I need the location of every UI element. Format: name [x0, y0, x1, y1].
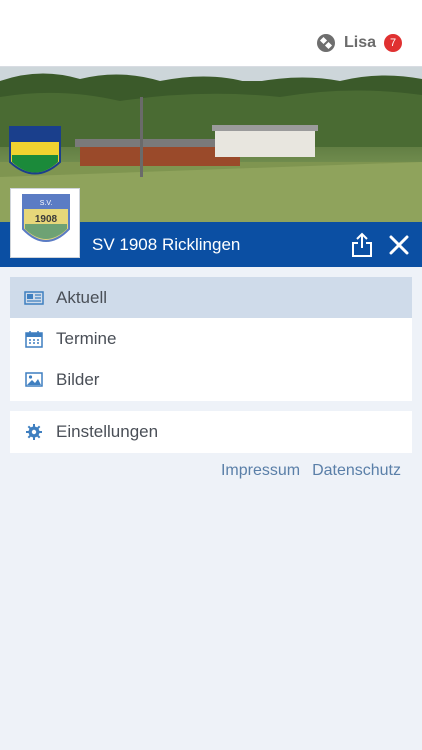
top-bar: Lisa 7 [0, 0, 422, 67]
crest-sv-text: S.V. [40, 200, 53, 207]
menu-item-bilder[interactable]: Bilder [10, 359, 412, 400]
user-menu[interactable]: Lisa 7 [316, 33, 402, 53]
menu-item-label: Einstellungen [56, 421, 159, 441]
settings-card: Einstellungen [10, 411, 412, 453]
menu-card: Aktuell Termine Bilder [10, 277, 412, 401]
club-name: SV 1908 Ricklingen [92, 235, 241, 254]
image-icon [24, 370, 44, 390]
crest-icon: S.V. 1908 [22, 194, 70, 242]
menu-item-label: Aktuell [56, 287, 108, 307]
menu-item-label: Termine [56, 328, 117, 348]
footer-links: Impressum Datenschutz [221, 462, 401, 480]
notification-badge[interactable]: 7 [384, 34, 402, 52]
user-name[interactable]: Lisa [344, 34, 376, 52]
club-logo: S.V. 1908 [10, 188, 80, 258]
gear-icon [24, 422, 44, 442]
menu-item-aktuell[interactable]: Aktuell [10, 277, 412, 318]
menu-item-label: Bilder [56, 369, 100, 389]
impressum-link[interactable]: Impressum [221, 462, 300, 480]
menu-item-termine[interactable]: Termine [10, 318, 412, 359]
datenschutz-link[interactable]: Datenschutz [312, 462, 401, 480]
newspaper-icon [24, 288, 44, 308]
app-brand-icon [316, 34, 335, 52]
close-icon[interactable] [388, 234, 410, 256]
calendar-icon [24, 329, 44, 349]
share-icon[interactable] [350, 232, 374, 258]
crest-year-text: 1908 [35, 214, 58, 225]
menu-item-einstellungen[interactable]: Einstellungen [10, 411, 412, 452]
